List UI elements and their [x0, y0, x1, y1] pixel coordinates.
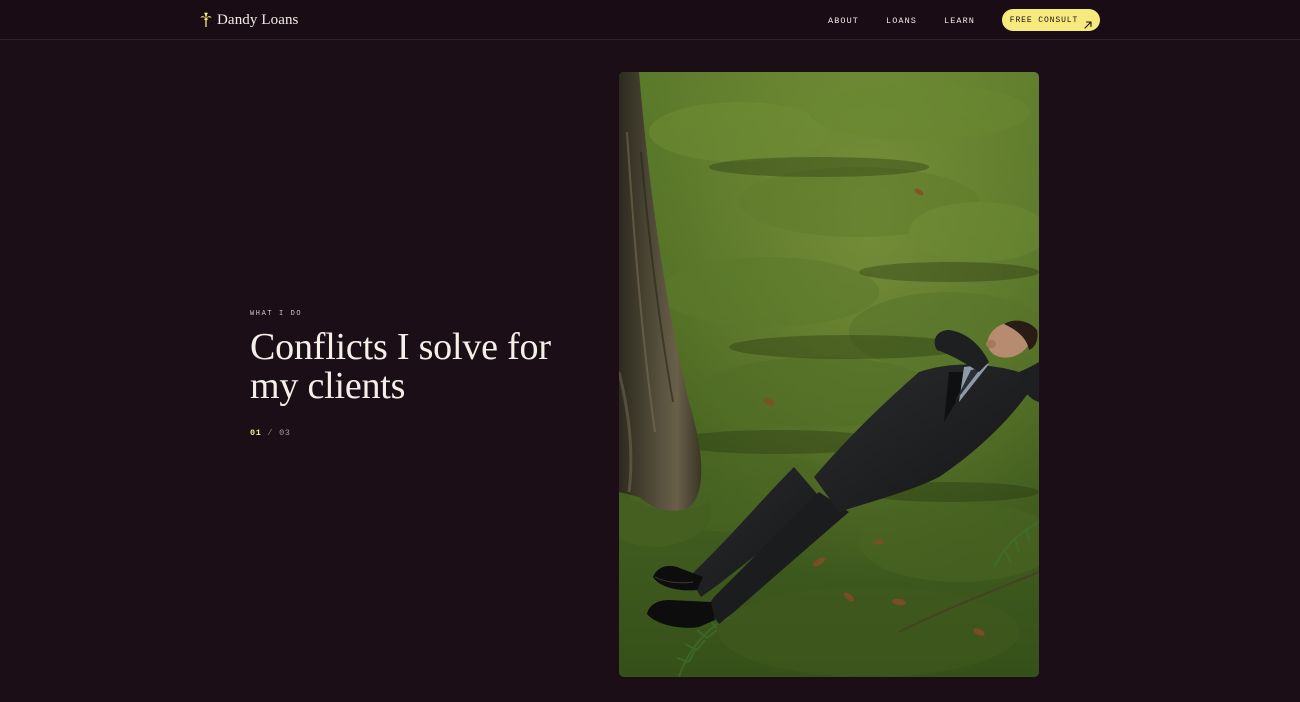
pager-total: 03 — [279, 428, 291, 438]
section-headline: Conflicts I solve for my clients — [250, 326, 551, 407]
section-eyebrow: WHAT I DO — [250, 310, 303, 318]
brand-name: Dandy Loans — [217, 11, 299, 28]
free-consult-label: FREE CONSULT — [1009, 15, 1079, 25]
nav-link-about[interactable]: ABOUT — [828, 16, 859, 26]
nav-link-loans[interactable]: LOANS — [886, 16, 917, 26]
palm-tree-icon — [200, 12, 212, 28]
hero-photo — [619, 72, 1039, 677]
brand-home-link[interactable]: Dandy Loans — [200, 10, 299, 30]
arrow-up-right-icon — [1084, 16, 1092, 29]
pager-separator: / — [267, 428, 274, 438]
site-header: Dandy Loans ABOUT LOANS LEARN FREE CONSU… — [0, 0, 1300, 40]
slide-pager: 01 / 03 — [250, 428, 291, 438]
free-consult-button[interactable]: FREE CONSULT — [1002, 9, 1100, 31]
pager-current: 01 — [250, 428, 262, 438]
nav-link-learn[interactable]: LEARN — [944, 16, 975, 26]
forest-scene-illustration — [619, 72, 1039, 677]
